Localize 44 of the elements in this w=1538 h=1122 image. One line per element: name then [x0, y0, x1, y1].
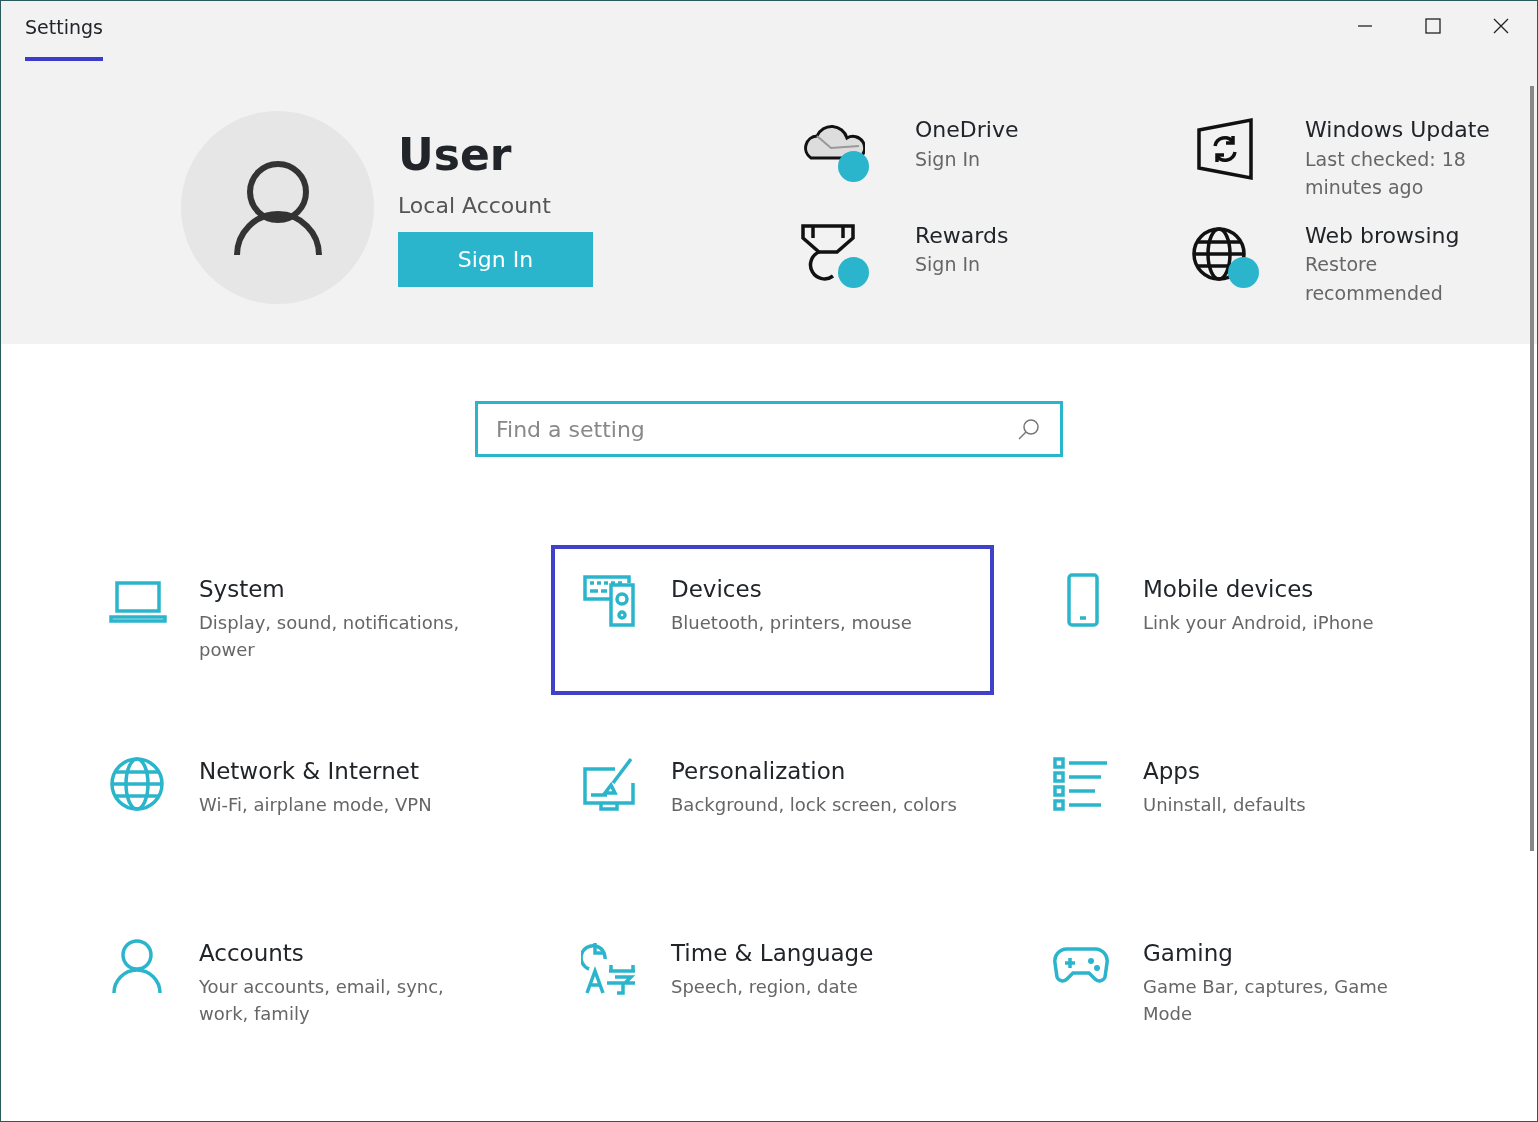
settings-tile[interactable]: Personalization Background, lock screen, colors — [551, 727, 994, 877]
user-name: User — [398, 133, 513, 177]
tile-description: Link your Android, iPhone — [1143, 610, 1374, 635]
tile-description: Your accounts, email, sync, work, family — [199, 974, 445, 1026]
tile-title: Gaming — [1143, 939, 1234, 968]
settings-tile[interactable]: Accounts Your accounts, email, sync, work, family — [79, 909, 522, 1059]
minimize-icon — [1357, 25, 1373, 27]
settings-tile[interactable]: Network & Internet Wi-Fi, airplane mode, VPN — [79, 727, 522, 877]
tile-title: System — [199, 575, 286, 604]
tile-title: Network & Internet — [199, 757, 420, 786]
service-status: Sign In — [915, 146, 982, 172]
service-title[interactable]: Web browsing — [1305, 221, 1495, 251]
service-status: Restore recommended — [1305, 252, 1444, 306]
service-status: Last checked: 18 minutes ago — [1305, 146, 1467, 201]
close-icon — [1493, 18, 1509, 34]
tile-description: Uninstall, defaults — [1143, 792, 1306, 817]
settings-tile[interactable]: System Display, sound, notifications, power — [79, 545, 522, 695]
tile-description: Bluetooth, printers, mouse — [671, 610, 912, 635]
tile-title: Devices — [671, 575, 763, 604]
scrollbar[interactable] — [1530, 86, 1534, 851]
search-icon — [1017, 417, 1041, 441]
search-field[interactable]: Find a setting — [475, 401, 1063, 457]
tile-description: Display, sound, notifications, power — [199, 610, 461, 662]
tile-title: Time & Language — [671, 939, 874, 968]
settings-tile[interactable]: Time & Language Speech, region, date — [551, 909, 994, 1059]
settings-tile[interactable]: Devices Bluetooth, printers, mouse — [551, 545, 994, 695]
settings-tile[interactable]: Gaming Game Bar, captures, Game Mode — [1023, 909, 1466, 1059]
tile-title: Apps — [1143, 757, 1201, 786]
service-title[interactable]: Rewards — [915, 221, 1115, 251]
tile-description: Background, lock screen, colors — [671, 792, 957, 817]
tile-description: Wi-Fi, airplane mode, VPN — [199, 792, 432, 817]
tile-title: Mobile devices — [1143, 575, 1315, 604]
settings-tile[interactable]: Apps Uninstall, defaults — [1023, 727, 1466, 877]
service-title[interactable]: Windows Update — [1305, 116, 1495, 145]
tile-title: Personalization — [671, 757, 847, 786]
account-type: Local Account — [398, 192, 552, 220]
maximize-icon — [1425, 18, 1441, 34]
tile-title: Accounts — [199, 939, 305, 968]
service-status: Sign In — [915, 252, 982, 278]
settings-tile[interactable]: Mobile devices Link your Android, iPhone — [1023, 545, 1466, 695]
service-title[interactable]: OneDrive — [915, 116, 1115, 145]
tile-description: Game Bar, captures, Game Mode — [1143, 974, 1389, 1026]
tile-description: Speech, region, date — [671, 974, 859, 999]
globe-icon — [109, 755, 167, 813]
